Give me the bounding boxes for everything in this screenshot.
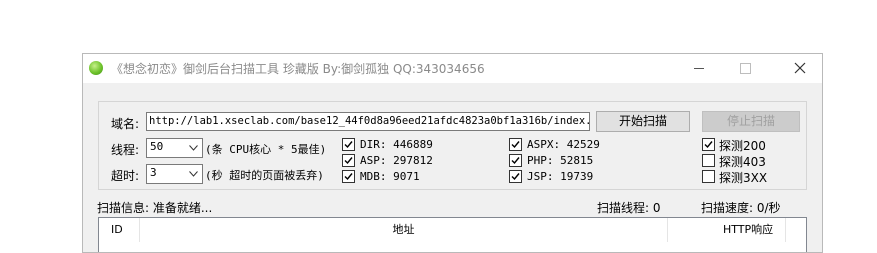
start-scan-button[interactable]: 开始扫描 (596, 111, 690, 132)
probe-200-checkbox[interactable] (702, 138, 715, 151)
timeout-value: 3 (150, 166, 157, 179)
window-title: 《想念初恋》御剑后台扫描工具 珍藏版 By:御剑孤独 QQ:343034656 (111, 62, 485, 76)
jsp-checkbox[interactable] (509, 170, 522, 183)
threads-hint: (条 CPU核心 * 5最佳) (205, 143, 327, 156)
probe-3xx-checkbox[interactable] (702, 170, 715, 183)
asp-checkbox[interactable] (342, 154, 355, 167)
main-window: 《想念初恋》御剑后台扫描工具 珍藏版 By:御剑孤独 QQ:343034656 … (82, 53, 823, 253)
dir-checkbox[interactable] (342, 138, 355, 151)
scan-threads-status: 扫描线程: 0 (597, 201, 661, 215)
threads-value: 50 (150, 140, 164, 153)
php-checkbox[interactable] (509, 154, 522, 167)
threads-label: 线程: (111, 143, 140, 157)
close-button[interactable] (776, 54, 822, 83)
checkmark-icon (511, 173, 520, 181)
probe-403-label: 探测403 (719, 155, 766, 169)
maximize-button[interactable] (720, 54, 766, 83)
php-label: PHP: 52815 (527, 154, 594, 167)
timeout-select[interactable]: 3 (146, 164, 203, 184)
asp-label: ASP: 297812 (360, 154, 433, 167)
checkmark-icon (704, 141, 713, 149)
checkmark-icon (344, 173, 353, 181)
scan-speed-status: 扫描速度: 0/秒 (701, 201, 781, 215)
column-header-id[interactable]: ID (99, 218, 140, 242)
title-bar[interactable]: 《想念初恋》御剑后台扫描工具 珍藏版 By:御剑孤独 QQ:343034656 (83, 54, 822, 83)
probe-3xx-label: 探测3XX (719, 171, 768, 185)
mdb-label: MDB: 9071 (360, 170, 420, 183)
dir-label: DIR: 446889 (360, 138, 433, 151)
checkmark-icon (511, 157, 520, 165)
jsp-label: JSP: 19739 (527, 170, 594, 183)
chevron-down-icon (189, 171, 198, 177)
timeout-hint: (秒 超时的页面被丢弃) (205, 169, 324, 182)
threads-select[interactable]: 50 (146, 138, 203, 158)
checkmark-icon (344, 157, 353, 165)
stop-scan-button[interactable]: 停止扫描 (702, 111, 800, 132)
domain-label: 域名: (111, 117, 140, 131)
probe-200-label: 探测200 (719, 139, 766, 153)
probe-403-checkbox[interactable] (702, 154, 715, 167)
app-logo-icon (89, 61, 103, 75)
close-icon (794, 62, 806, 74)
results-table[interactable]: ID 地址 HTTP响应 (98, 217, 807, 252)
mdb-checkbox[interactable] (342, 170, 355, 183)
timeout-label: 超时: (111, 169, 140, 183)
scan-info-status: 扫描信息: 准备就绪... (97, 201, 213, 215)
checkmark-icon (511, 141, 520, 149)
column-header-http-response[interactable]: HTTP响应 (668, 218, 786, 242)
aspx-label: ASPX: 42529 (527, 138, 600, 151)
minimize-button[interactable] (674, 54, 720, 83)
url-input[interactable]: http://lab1.xseclab.com/base12_44f0d8a96… (146, 112, 590, 131)
checkmark-icon (344, 141, 353, 149)
aspx-checkbox[interactable] (509, 138, 522, 151)
column-header-address[interactable]: 地址 (140, 218, 668, 242)
chevron-down-icon (189, 145, 198, 151)
